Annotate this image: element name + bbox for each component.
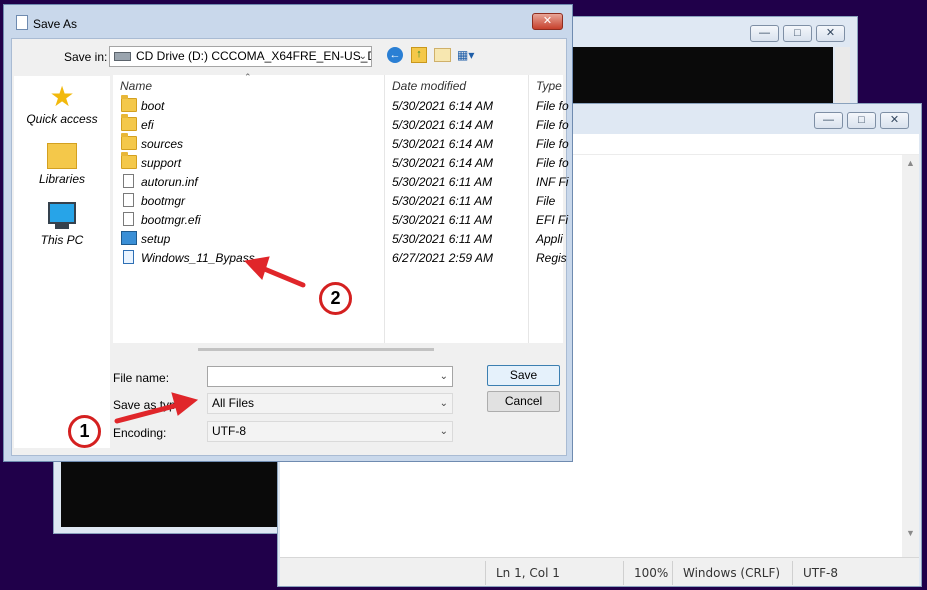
annotation-badge-2: 2	[319, 282, 352, 315]
annotation-badge-1: 1	[68, 415, 101, 448]
annotation-arrow-1	[114, 392, 199, 424]
annotation-arrows	[114, 256, 306, 424]
annotation-arrow-2	[243, 256, 306, 288]
